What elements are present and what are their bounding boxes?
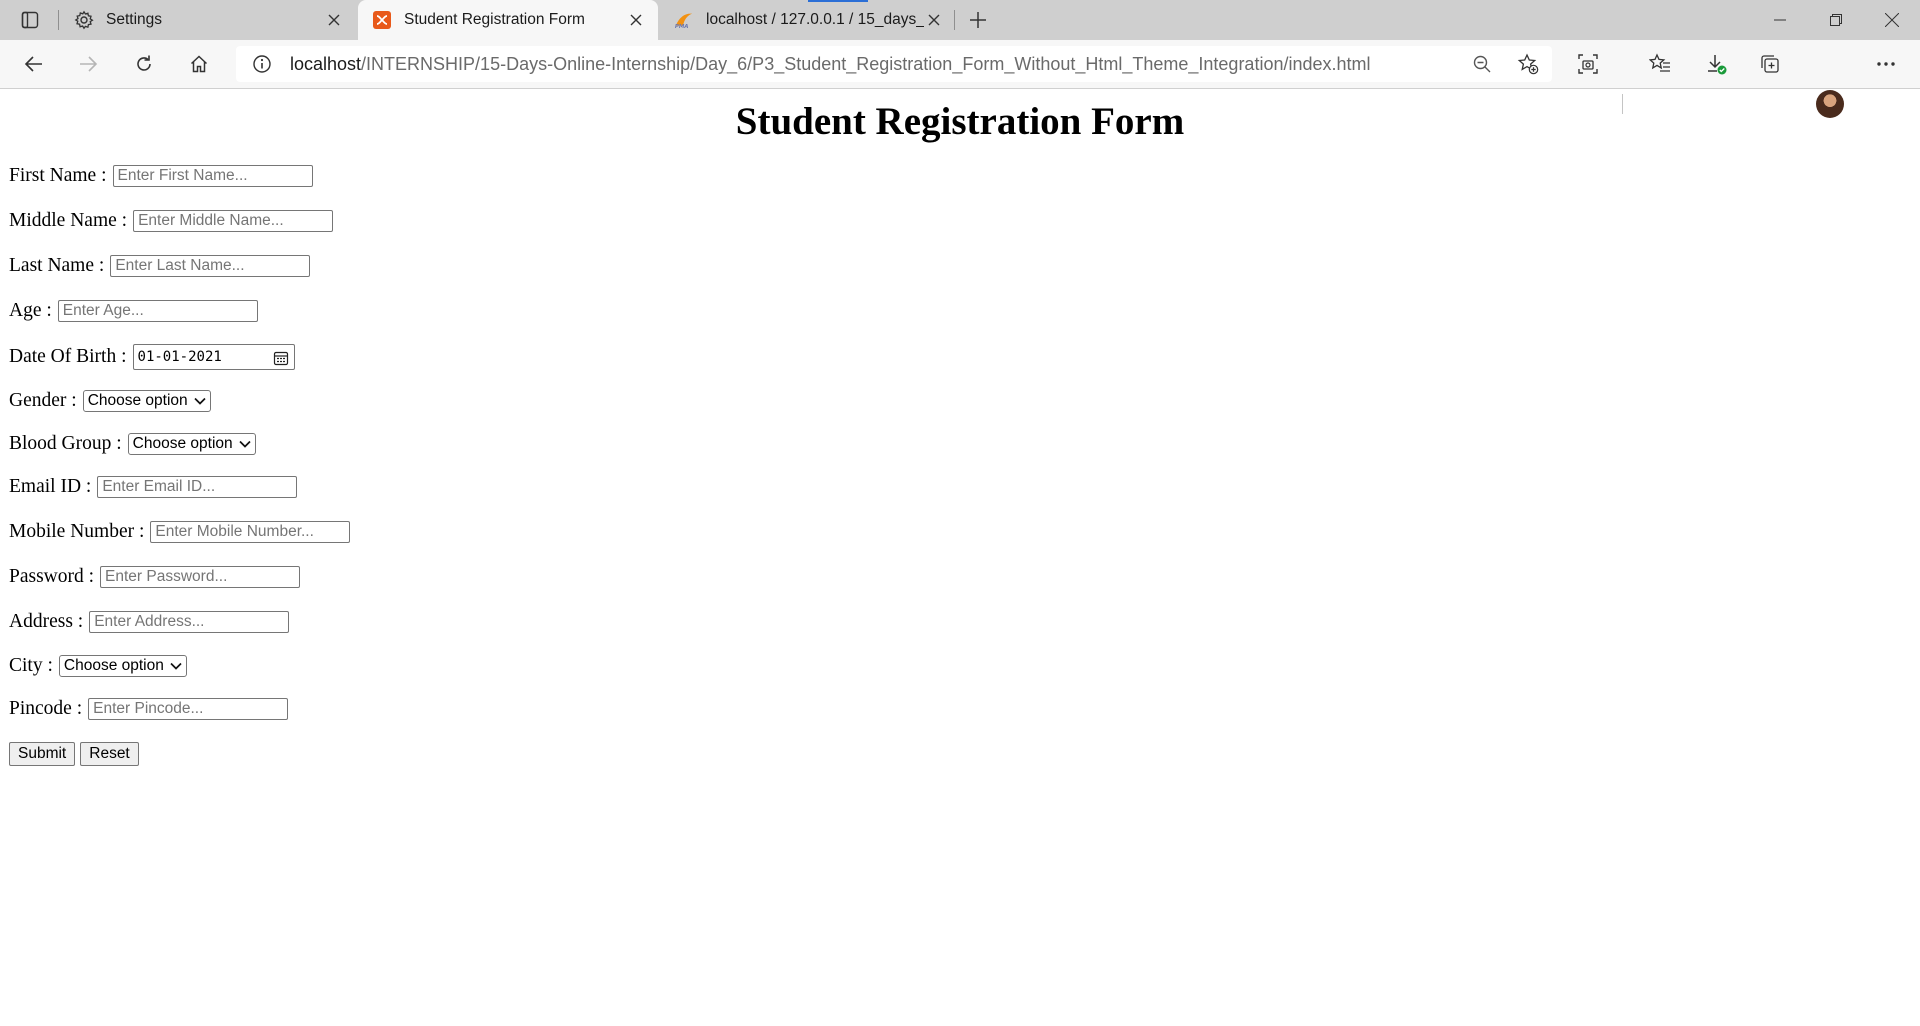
tab-bar: Settings Student Registration Form PMA l… — [0, 0, 1920, 40]
close-icon[interactable] — [924, 10, 944, 30]
middle-name-row: Middle Name : — [9, 208, 334, 234]
password-input[interactable] — [100, 566, 301, 588]
address-input[interactable] — [89, 611, 290, 633]
city-selected: Choose option — [63, 657, 164, 674]
last-name-row: Last Name : — [9, 253, 311, 279]
last-name-input[interactable] — [110, 255, 311, 277]
email-row: Email ID : — [9, 474, 298, 500]
tab-actions-icon[interactable] — [14, 8, 46, 32]
url-text[interactable]: localhost/INTERNSHIP/15-Days-Online-Inte… — [290, 54, 1371, 75]
refresh-icon[interactable] — [128, 48, 160, 80]
blood-group-row: Blood Group : Choose option — [9, 431, 256, 457]
tab-title: Settings — [106, 11, 163, 28]
tab-student-registration[interactable]: Student Registration Form — [358, 0, 658, 40]
city-row: City : Choose option — [9, 653, 187, 679]
form-actions: Submit Reset — [9, 741, 144, 767]
tab-settings[interactable]: Settings — [60, 0, 356, 40]
url-host: localhost — [290, 54, 362, 74]
chevron-down-icon — [170, 660, 182, 672]
page-content: Student Registration Form First Name : M… — [0, 89, 1920, 1026]
blood-group-label: Blood Group : — [9, 433, 122, 454]
submit-button[interactable]: Submit — [9, 742, 76, 766]
favorites-icon[interactable] — [1644, 48, 1676, 80]
browser-toolbar: localhost/INTERNSHIP/15-Days-Online-Inte… — [0, 40, 1920, 118]
tab-title: Student Registration Form — [404, 11, 585, 28]
middle-name-input[interactable] — [133, 210, 334, 232]
mobile-row: Mobile Number : — [9, 519, 351, 545]
window-controls — [1752, 0, 1920, 40]
address-label: Address : — [9, 611, 84, 632]
blood-group-selected: Choose option — [132, 435, 233, 452]
reset-button[interactable]: Reset — [80, 742, 139, 766]
last-name-label: Last Name : — [9, 255, 105, 276]
age-input[interactable] — [57, 300, 258, 322]
gender-select[interactable]: Choose option — [82, 390, 211, 412]
home-icon[interactable] — [183, 48, 215, 80]
url-path: /INTERNSHIP/15-Days-Online-Internship/Da… — [361, 54, 1371, 74]
dob-value: 01-01-2021 — [137, 349, 222, 365]
pincode-label: Pincode : — [9, 698, 83, 719]
chevron-down-icon — [239, 438, 251, 450]
tab-separator — [58, 10, 59, 30]
gear-icon — [74, 10, 94, 30]
pincode-row: Pincode : — [9, 696, 289, 722]
dob-row: Date Of Birth : 01-01-2021 — [9, 344, 295, 370]
password-row: Password : — [9, 564, 301, 590]
blood-group-select[interactable]: Choose option — [127, 433, 256, 455]
downloads-icon[interactable] — [1700, 48, 1732, 80]
mobile-input[interactable] — [150, 521, 351, 543]
chevron-down-icon — [194, 395, 206, 407]
password-label: Password : — [9, 566, 95, 587]
middle-name-label: Middle Name : — [9, 210, 128, 231]
collections-icon[interactable] — [1754, 48, 1786, 80]
pincode-input[interactable] — [88, 698, 289, 720]
first-name-label: First Name : — [9, 165, 107, 186]
zoom-out-icon[interactable] — [1466, 48, 1498, 80]
tab-title: localhost / 127.0.0.1 / 15_days_in — [706, 11, 924, 28]
first-name-input[interactable] — [112, 165, 313, 187]
tab-separator — [954, 10, 955, 30]
age-row: Age : — [9, 298, 258, 324]
page-title: Student Registration Form — [735, 100, 1185, 143]
xampp-icon — [372, 10, 392, 30]
address-row: Address : — [9, 609, 290, 635]
mobile-label: Mobile Number : — [9, 521, 145, 542]
close-icon[interactable] — [626, 10, 646, 30]
gender-row: Gender : Choose option — [9, 388, 211, 414]
screenshot-capture-icon[interactable] — [1572, 48, 1604, 80]
city-select[interactable]: Choose option — [58, 655, 187, 677]
back-arrow-icon[interactable] — [18, 48, 50, 80]
more-options-icon[interactable] — [1870, 48, 1902, 80]
gender-selected: Choose option — [87, 392, 188, 409]
close-icon[interactable] — [324, 10, 344, 30]
gender-label: Gender : — [9, 390, 77, 411]
restore-icon[interactable] — [1808, 0, 1864, 40]
new-tab-plus-icon[interactable] — [964, 6, 992, 34]
tab-phpmyadmin[interactable]: PMA localhost / 127.0.0.1 / 15_days_in — [660, 0, 956, 40]
city-label: City : — [9, 655, 53, 676]
minimize-icon[interactable] — [1752, 0, 1808, 40]
email-label: Email ID : — [9, 476, 92, 497]
address-bar[interactable]: localhost/INTERNSHIP/15-Days-Online-Inte… — [236, 46, 1552, 82]
forward-arrow-icon — [72, 48, 104, 80]
phpmyadmin-icon: PMA — [674, 10, 694, 30]
calendar-icon[interactable] — [272, 349, 290, 367]
dob-date-input[interactable]: 01-01-2021 — [132, 344, 295, 370]
info-icon[interactable] — [252, 54, 272, 74]
dob-label: Date Of Birth : — [9, 346, 127, 367]
first-name-row: First Name : — [9, 163, 313, 189]
email-input[interactable] — [97, 476, 298, 498]
age-label: Age : — [9, 300, 52, 321]
window-close-icon[interactable] — [1864, 0, 1920, 40]
add-favorite-icon[interactable] — [1512, 48, 1544, 80]
svg-text:PMA: PMA — [675, 24, 689, 30]
